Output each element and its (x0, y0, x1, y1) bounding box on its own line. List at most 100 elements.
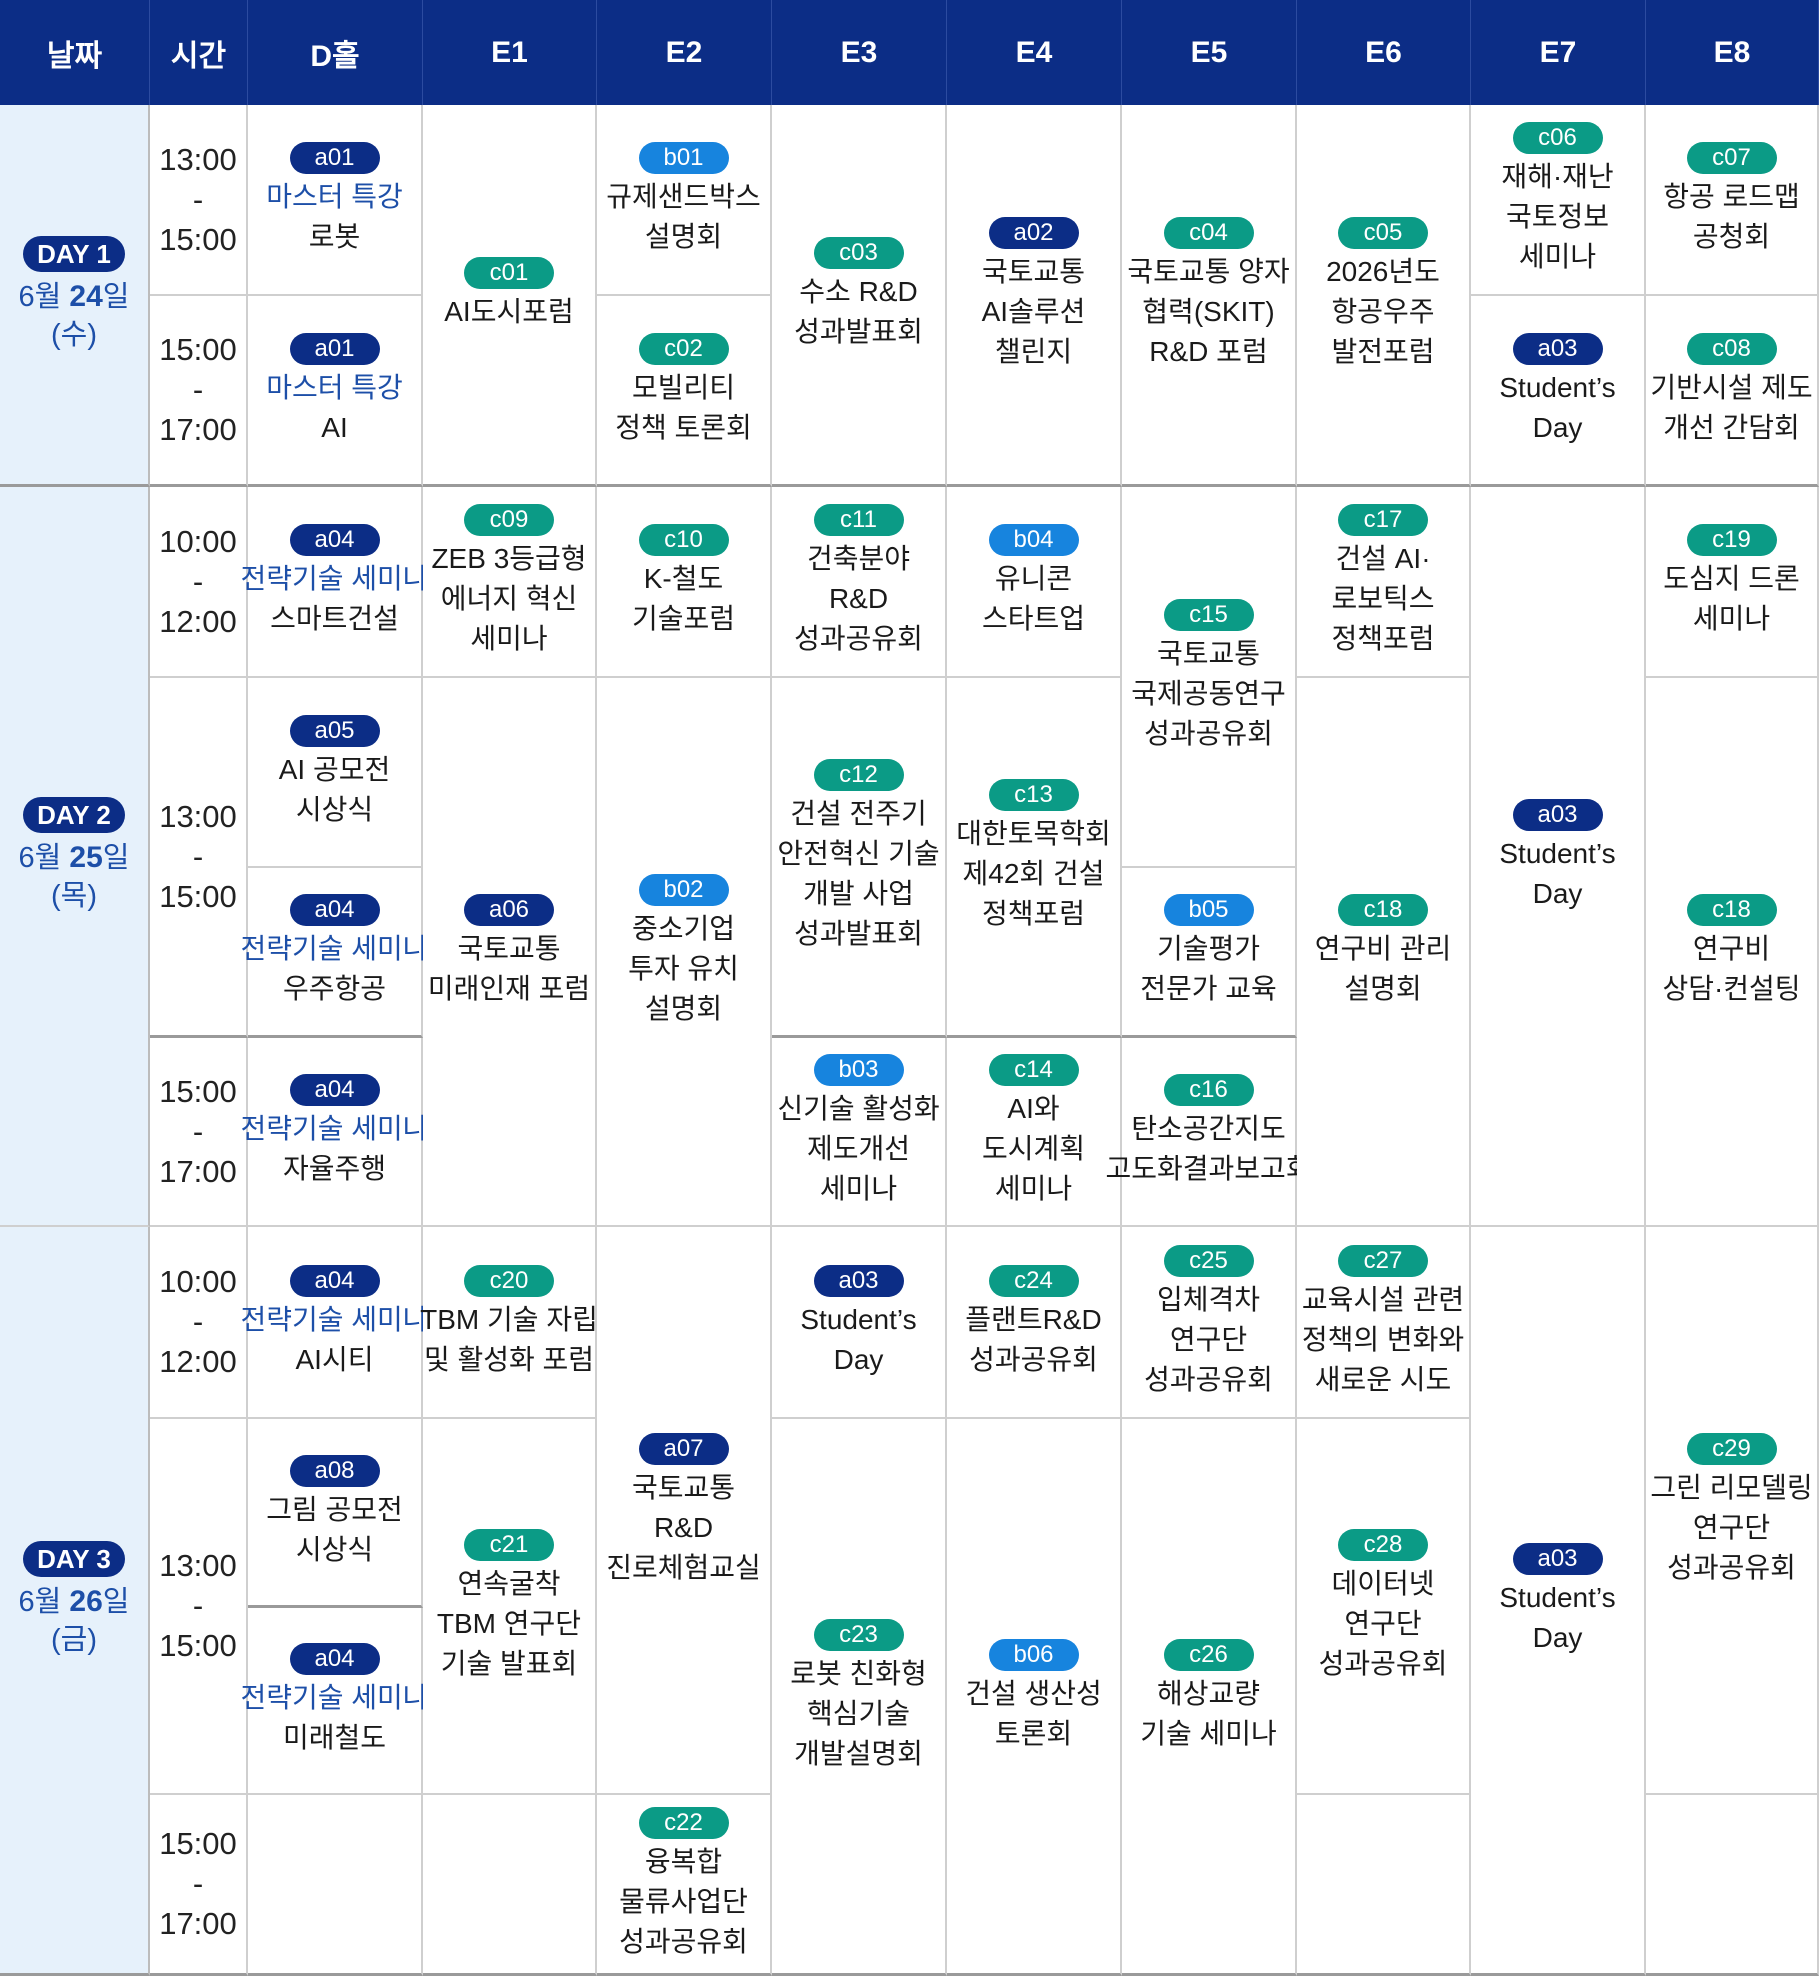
session-cell: c26 해상교량 기술 세미나 (1122, 1419, 1297, 1976)
session-code-badge: a04 (289, 894, 380, 926)
session-cell: c21 연속굴착 TBM 연구단 기술 발표회 (423, 1419, 597, 1795)
session-title-line: 발전포럼 (1331, 336, 1435, 367)
session-title-line: 물류사업단 (619, 1885, 748, 1917)
session-title-line: 연구단 (1169, 1323, 1248, 1355)
column-header: D홀 (248, 0, 423, 105)
date-day: 26 (69, 1585, 103, 1618)
session-cell: c03 수소 R&D 성과발표회 (772, 105, 947, 487)
session-code-badge: b06 (988, 1638, 1079, 1671)
session-code-badge: a01 (289, 332, 380, 365)
time-range: 10:00 - 12:00 (159, 522, 237, 642)
date-suffix: 일 (102, 1586, 130, 1618)
date-day: 25 (69, 841, 103, 874)
session-title-line: 전략기술 세미나 (240, 1303, 429, 1335)
session-title-line: 시상식 (295, 1533, 374, 1565)
session-title-line: 우주항공 (282, 973, 387, 1004)
session-code-badge: a03 (1512, 1542, 1603, 1575)
day-cell: DAY 1 6월 24일 (수) (0, 105, 150, 487)
session-title-line: 토론회 (994, 1717, 1073, 1749)
session-code-badge: a03 (813, 1264, 904, 1297)
session-title-line: 새로운 시도 (1314, 1363, 1452, 1395)
session-title-line: 성과공유회 (1144, 718, 1273, 749)
session-title-line: 탄소공간지도 (1131, 1113, 1286, 1144)
session-title-line: Day (1532, 877, 1583, 909)
day-cell: DAY 3 6월 26일 (금) (0, 1227, 150, 1976)
session-cell: a01 마스터 특강 AI (248, 296, 423, 487)
session-title-line: TBM 기술 자립 (420, 1303, 598, 1335)
session-title-line: 대한토목학회 (956, 818, 1111, 849)
session-title-line: 제도개선 (806, 1133, 911, 1164)
session-cell: c04 국토교통 양자 협력(SKIT) R&D 포럼 (1122, 105, 1297, 487)
session-cell: c06 재해·재난 국토정보 세미나 (1471, 105, 1646, 296)
session-cell: c09 ZEB 3등급형 에너지 혁신 세미나 (423, 487, 597, 678)
session-code-badge: a04 (289, 1264, 380, 1297)
session-title-line: Student’s (1499, 1581, 1616, 1613)
session-title-line: R&D (653, 1511, 714, 1543)
session-code-badge: c24 (988, 1264, 1079, 1297)
session-code-badge: c05 (1338, 217, 1428, 249)
session-title-line: 마스터 특강 (266, 181, 403, 212)
time-range: 13:00 - 15:00 (159, 1546, 237, 1666)
day-cell: DAY 2 6월 25일 (목) (0, 487, 150, 1227)
session-cell: b01 규제샌드박스 설명회 (597, 105, 772, 296)
session-cell: c28 데이터넷 연구단 성과공유회 (1297, 1419, 1471, 1795)
session-cell: a01 마스터 특강 로봇 (248, 105, 423, 296)
session-title-line: 건축분야 (806, 543, 911, 574)
column-header: E2 (597, 0, 772, 105)
session-cell: c08 기반시설 제도 개선 간담회 (1646, 296, 1819, 487)
session-cell: c16 탄소공간지도 고도화결과보고회 (1105, 1038, 1312, 1227)
session-code-badge: c12 (813, 759, 904, 791)
session-title-line: 플랜트R&D (965, 1303, 1102, 1335)
session-title-line: 규제샌드박스 (606, 181, 761, 212)
session-cell: c07 항공 로드맵 공청회 (1646, 105, 1819, 296)
session-cell: a04 전략기술 세미나 AI시티 (240, 1227, 429, 1419)
session-title-line: 로봇 친화형 (790, 1657, 927, 1689)
session-title-line: 국토교통 (457, 933, 561, 964)
session-code-badge: a03 (1512, 798, 1603, 831)
session-title-line: Day (1532, 411, 1583, 443)
session-title-line: 설명회 (1344, 973, 1422, 1004)
session-title-line: 국토교통 (1156, 638, 1261, 669)
start-time: 13:00 (159, 1548, 237, 1583)
time-slot: 10:00 - 12:00 (150, 487, 248, 678)
schedule-table: 날짜 시간 D홀 E1 E2 E3 E4 E5 E6 E7 E8 DAY 1 6월 24일 (수) DAY … (0, 0, 1819, 1976)
session-title-line: 수소 R&D (799, 276, 918, 307)
end-time: 12:00 (159, 1344, 237, 1379)
session-code-badge: c17 (1338, 504, 1428, 536)
date-day: 24 (69, 279, 103, 313)
time-separator: - (192, 838, 204, 874)
session-title-line: 세미나 (994, 1173, 1073, 1204)
start-time: 15:00 (159, 332, 237, 367)
column-header: 시간 (150, 0, 248, 105)
session-code-badge: a06 (464, 894, 554, 926)
session-code-badge: b01 (638, 142, 729, 174)
session-title-line: 안전혁신 기술 (777, 838, 940, 869)
session-code-badge: c23 (813, 1618, 904, 1651)
date-month: 6월 (18, 1586, 70, 1618)
column-header: E1 (423, 0, 597, 105)
time-separator: - (192, 1113, 204, 1149)
time-slot: 13:00 - 15:00 (150, 105, 248, 296)
session-title-line: 국토정보 (1505, 201, 1610, 232)
session-title-line: 항공우주 (1331, 296, 1435, 327)
session-title-line: 챌린지 (994, 336, 1073, 367)
start-time: 15:00 (159, 1073, 237, 1109)
session-title-line: 전략기술 세미나 (240, 563, 429, 594)
column-header: E6 (1297, 0, 1471, 105)
session-cell: a04 전략기술 세미나 스마트건설 (240, 487, 429, 678)
session-cell: a03 Student’s Day (772, 1227, 947, 1419)
session-code-badge: c11 (813, 504, 904, 536)
session-title-line: R&D 포럼 (1149, 336, 1268, 367)
session-title-line: 국토교통 (981, 256, 1086, 287)
time-range: 15:00 - 17:00 (159, 1072, 237, 1192)
time-separator: - (192, 563, 204, 599)
session-cell: c15 국토교통 국제공동연구 성과공유회 (1122, 487, 1297, 868)
session-code-badge: c14 (988, 1054, 1079, 1086)
session-code-badge: c13 (988, 779, 1079, 811)
session-title-line: 연구비 (1692, 933, 1771, 964)
time-separator: - (192, 372, 204, 407)
time-separator: - (192, 1304, 204, 1339)
time-range: 13:00 - 15:00 (159, 797, 237, 917)
session-title-line: 연구비 관리 (1314, 933, 1452, 964)
session-title-line: 공청회 (1692, 221, 1771, 252)
